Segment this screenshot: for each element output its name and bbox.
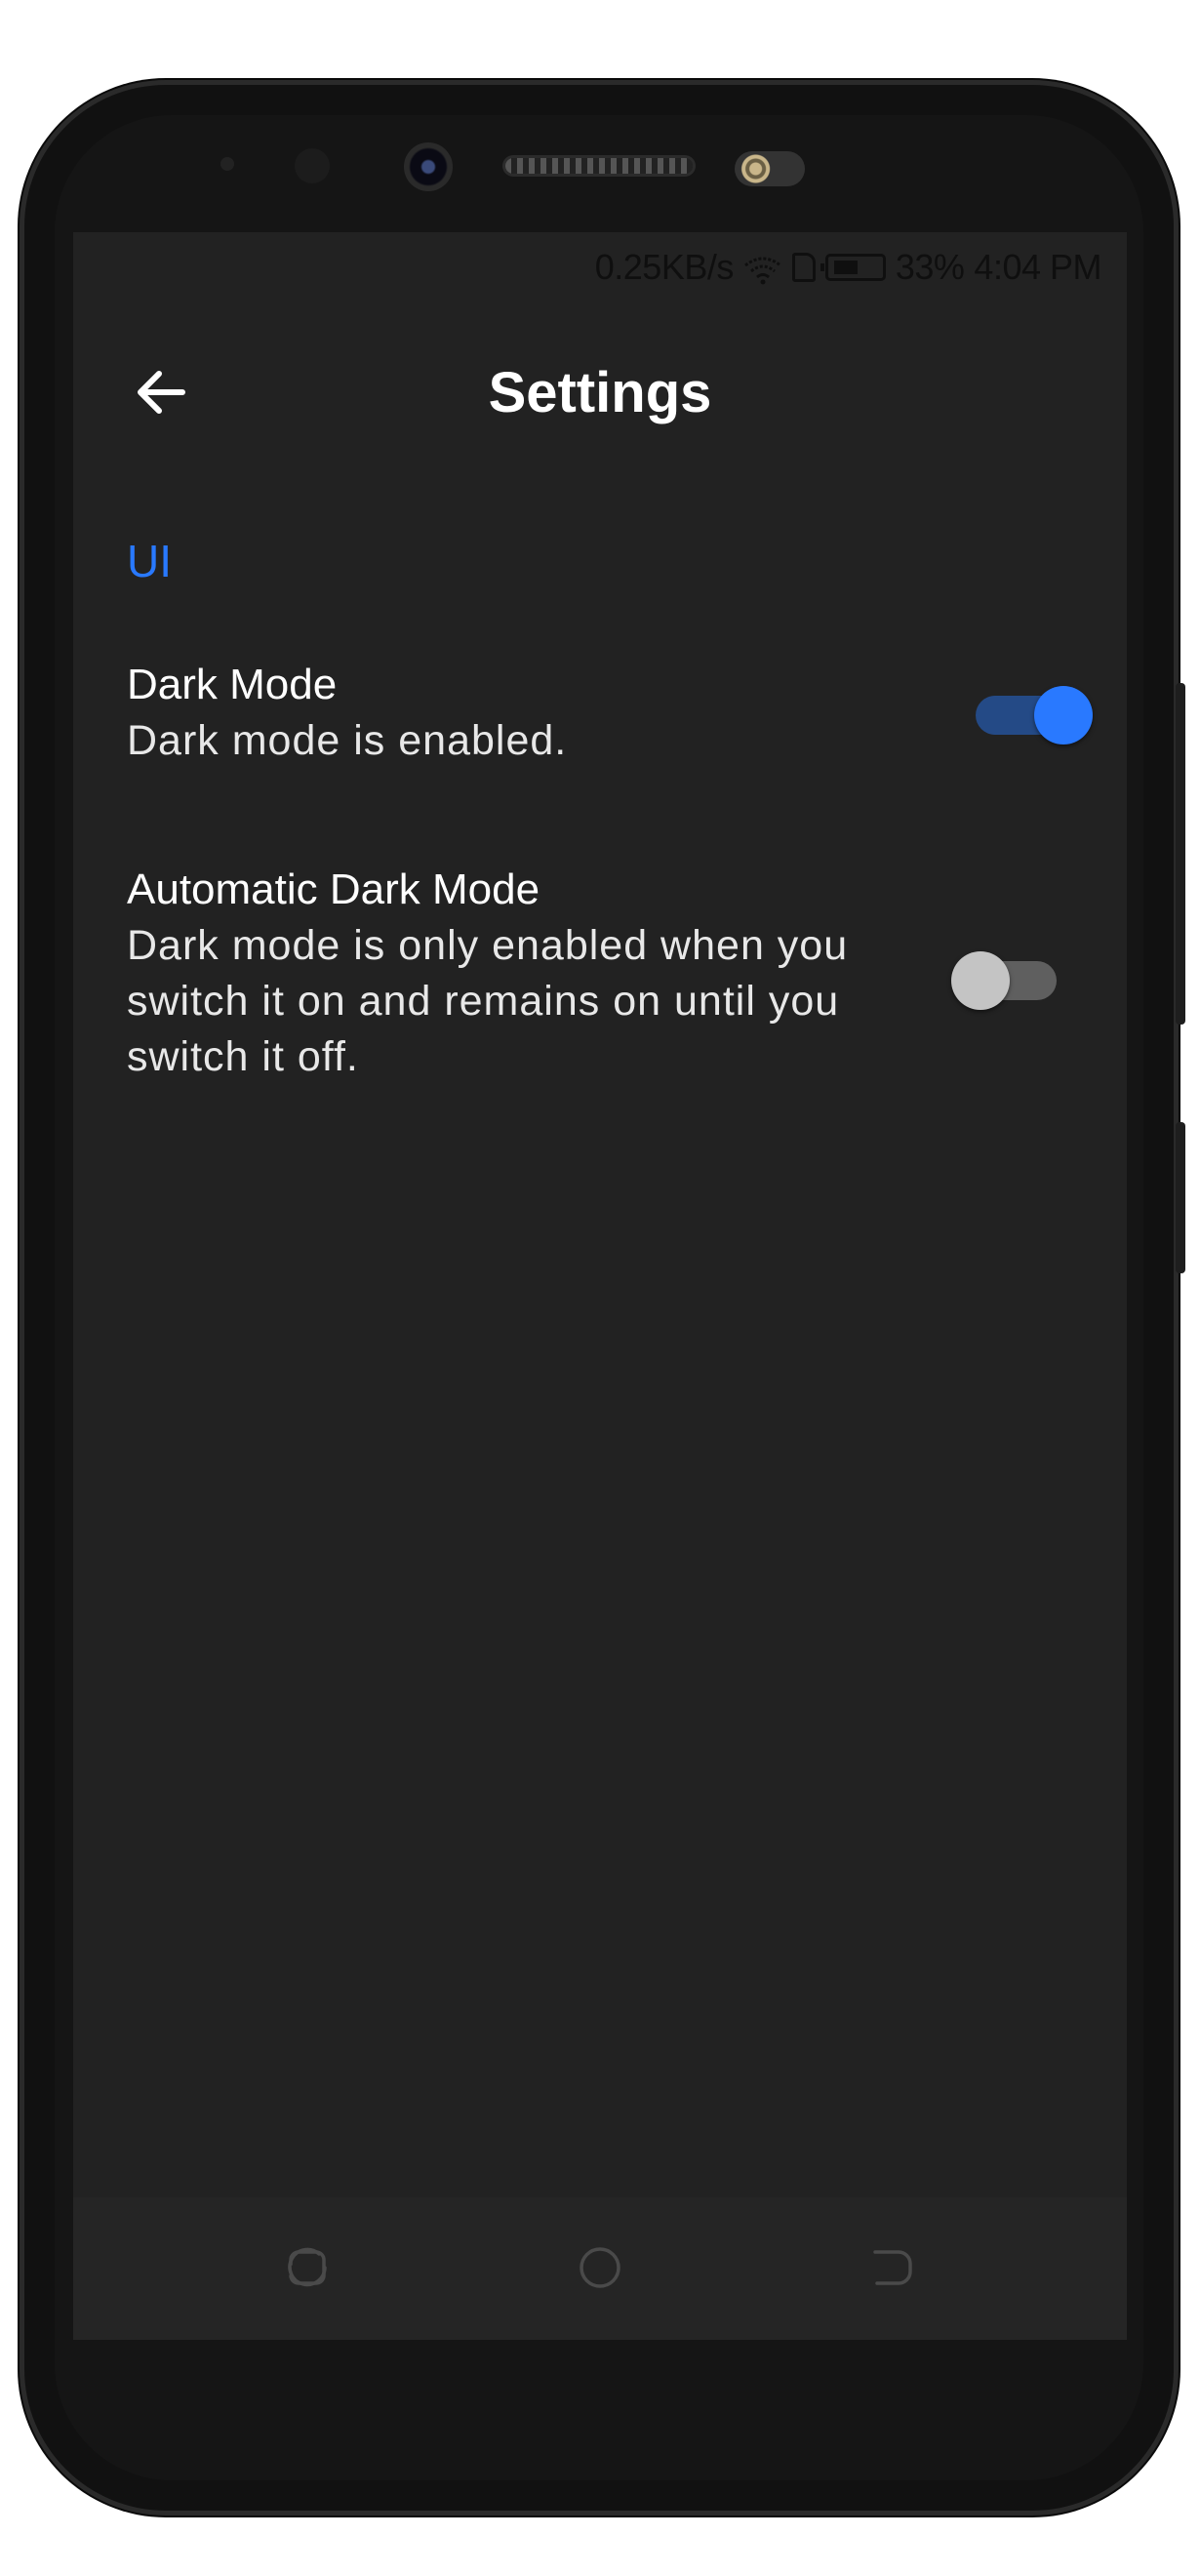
app-bar: Settings	[73, 302, 1127, 482]
back-icon	[873, 2250, 912, 2285]
home-icon	[580, 2247, 620, 2288]
automatic-dark-mode-preference[interactable]: Automatic Dark Mode Dark mode is only en…	[127, 862, 1093, 1085]
power-button	[1176, 1122, 1185, 1273]
sim-icon	[791, 253, 816, 282]
front-camera	[404, 142, 453, 191]
earpiece-speaker	[505, 158, 693, 174]
volume-button	[1176, 683, 1185, 1025]
dark-mode-preference[interactable]: Dark Mode Dark mode is enabled.	[127, 657, 1093, 769]
dark-mode-switch[interactable]	[976, 686, 1093, 745]
home-button[interactable]	[577, 2244, 623, 2291]
recents-icon	[288, 2247, 327, 2287]
proximity-sensor	[220, 157, 234, 171]
switch-thumb	[951, 951, 1010, 1010]
navigation-bar	[73, 2197, 1127, 2340]
recents-button[interactable]	[284, 2244, 331, 2291]
battery-icon	[820, 254, 886, 281]
automatic-dark-mode-title: Automatic Dark Mode	[127, 865, 540, 913]
dark-mode-summary: Dark mode is enabled.	[127, 717, 568, 764]
battery-percent: 33%	[895, 247, 965, 287]
screen: 0.25KB/s 33% 4:04 PM Settings UI Dark Mo…	[73, 232, 1127, 2340]
automatic-dark-mode-summary: Dark mode is only enabled when you switc…	[127, 922, 849, 1080]
arrow-left-icon	[138, 371, 185, 414]
wifi-icon	[743, 253, 782, 285]
dark-mode-title: Dark Mode	[127, 661, 338, 708]
switch-thumb	[1034, 686, 1093, 745]
back-button[interactable]	[122, 353, 200, 431]
nav-back-button[interactable]	[869, 2244, 916, 2291]
network-speed: 0.25KB/s	[594, 247, 735, 287]
status-bar: 0.25KB/s 33% 4:04 PM	[73, 232, 1127, 302]
automatic-dark-mode-switch[interactable]	[951, 951, 1068, 1010]
section-header-ui: UI	[127, 536, 172, 586]
clock: 4:04 PM	[974, 247, 1101, 287]
page-title: Settings	[488, 360, 712, 424]
front-flash	[735, 151, 805, 186]
light-sensor	[295, 148, 330, 183]
